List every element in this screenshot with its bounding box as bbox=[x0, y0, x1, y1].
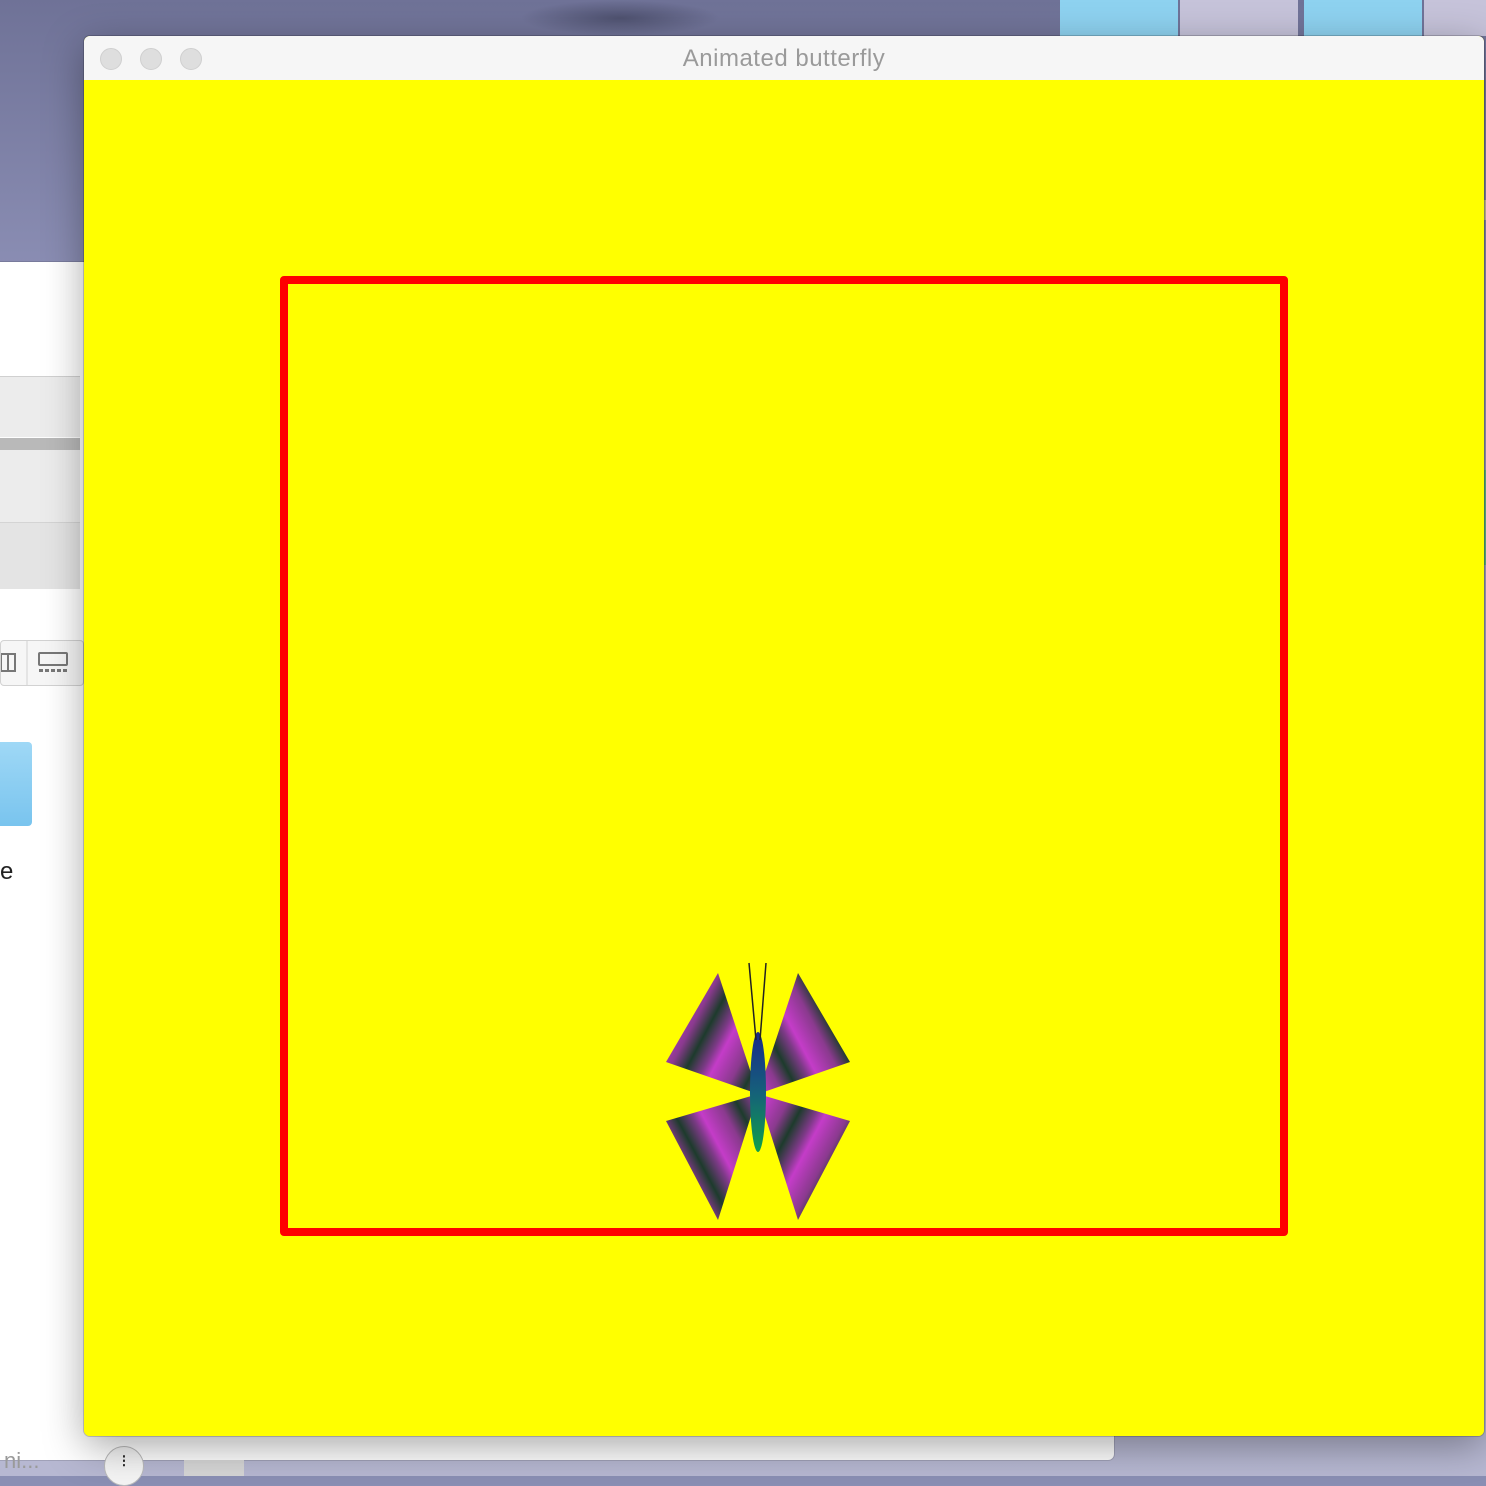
drawing-canvas[interactable] bbox=[84, 80, 1484, 1436]
bg-window-toolbar bbox=[0, 376, 80, 437]
bg-window-bottom-bar bbox=[184, 1460, 244, 1476]
bg-file-label: e bbox=[0, 858, 14, 885]
antenna-right bbox=[759, 962, 767, 1041]
wing-upper-right bbox=[758, 973, 850, 1094]
butterfly-body bbox=[750, 1032, 766, 1152]
desktop-tile bbox=[1424, 0, 1486, 36]
desktop-tile bbox=[1060, 0, 1178, 36]
bg-window-status-text: ni... bbox=[4, 1448, 40, 1473]
antenna-left bbox=[748, 962, 757, 1041]
app-window[interactable]: Animated butterfly bbox=[84, 36, 1484, 1436]
window-title: Animated butterfly bbox=[682, 45, 886, 72]
canvas-svg bbox=[280, 276, 1288, 1236]
wing-upper-left bbox=[666, 973, 758, 1094]
window-titlebar[interactable]: Animated butterfly bbox=[84, 36, 1484, 81]
red-border-rect bbox=[280, 276, 1288, 1236]
desktop-tile bbox=[1304, 0, 1422, 36]
view-switcher[interactable] bbox=[0, 640, 84, 686]
wallpaper-cloud bbox=[520, 0, 720, 36]
wing-lower-left bbox=[666, 1094, 758, 1220]
bg-window-row bbox=[0, 450, 80, 522]
sidebar-toggle-icon[interactable] bbox=[0, 653, 16, 672]
folder-icon[interactable] bbox=[0, 742, 32, 826]
bg-window-more-button[interactable]: ⁝ bbox=[104, 1446, 144, 1486]
wing-lower-right bbox=[758, 1094, 850, 1220]
bg-window-row bbox=[0, 522, 80, 589]
butterfly bbox=[666, 962, 850, 1220]
gallery-view-icon[interactable] bbox=[38, 652, 68, 672]
bg-window-divider bbox=[0, 438, 80, 450]
desktop-tile bbox=[1180, 0, 1298, 36]
bg-window-titlebar bbox=[0, 262, 80, 376]
